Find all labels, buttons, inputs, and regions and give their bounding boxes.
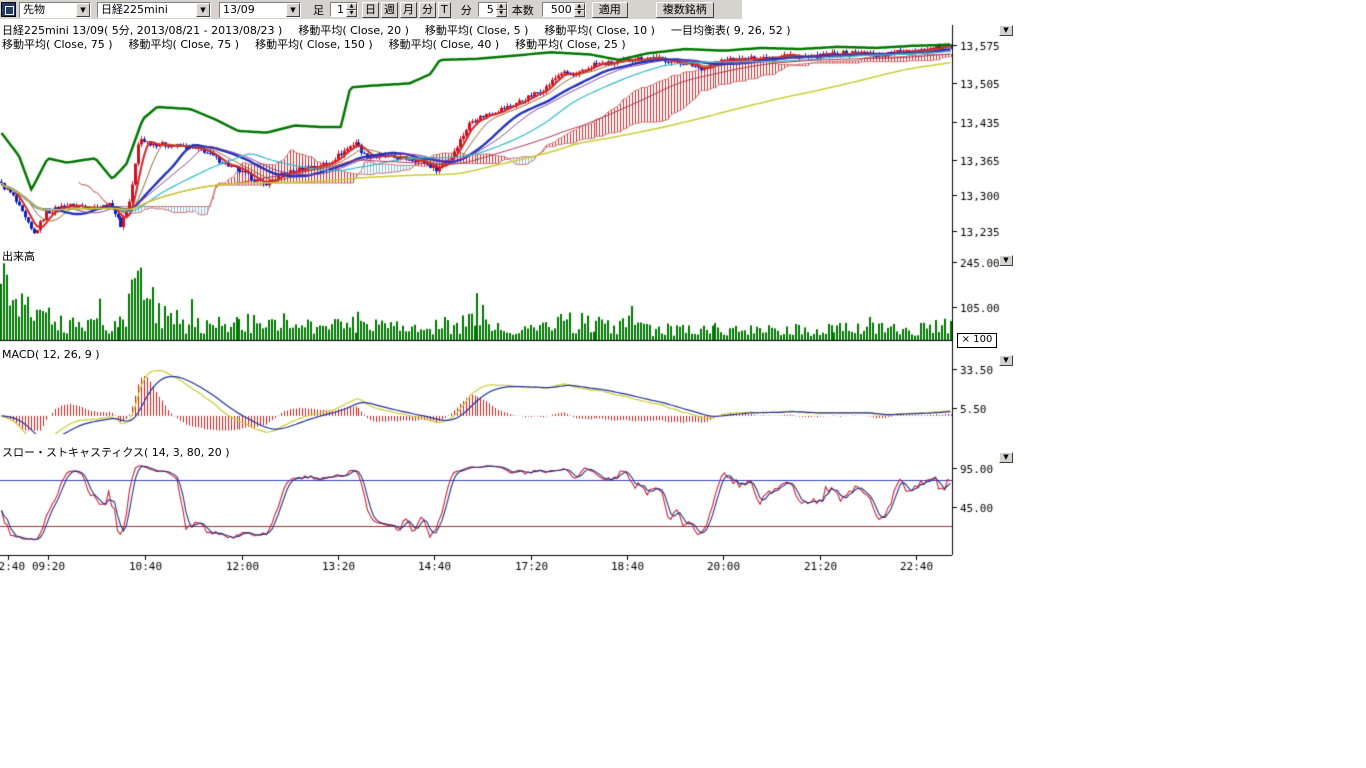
price-panel-menu-button[interactable]: ▼	[999, 25, 1013, 36]
price-chart-canvas[interactable]	[0, 0, 1013, 578]
indicator-label-ma75b: 移動平均( Close, 75 )	[129, 39, 240, 51]
volume-panel-menu-button[interactable]: ▼	[999, 255, 1013, 266]
macd-panel-menu-button[interactable]: ▼	[999, 355, 1013, 366]
volume-scale-box: × 100	[957, 333, 997, 348]
multi-symbol-button[interactable]: 複数銘柄	[656, 2, 714, 18]
indicator-label-ma20: 移動平均( Close, 20 )	[298, 25, 409, 37]
symbol-select[interactable]: 日経225mini ▼	[97, 2, 211, 18]
period-week-button[interactable]: 週	[381, 2, 398, 18]
minute-interval-stepper[interactable]: 5 ▲▼	[478, 2, 508, 17]
trading-chart-app: 先物 ▼ 日経225mini ▼ 13/09 ▼ 足 1 ▲▼ 日 週 月 分 …	[0, 0, 1366, 768]
indicator-label-ma25: 移動平均( Close, 25 )	[515, 39, 626, 51]
interval-stepper[interactable]: 1 ▲▼	[330, 2, 358, 17]
minute-interval-value: 5	[479, 3, 496, 16]
indicator-label-ma10: 移動平均( Close, 10 )	[544, 25, 655, 37]
contract-select-value: 13/09	[220, 3, 286, 17]
symbol-select-value: 日経225mini	[98, 3, 196, 17]
bar-count-label: 本数	[512, 2, 534, 18]
minute-unit-label: 分	[461, 2, 472, 18]
spin-down-icon[interactable]: ▼	[346, 10, 357, 17]
chart-title: 日経225mini 13/09( 5分, 2013/08/21 - 2013/0…	[2, 25, 282, 37]
chevron-down-icon[interactable]: ▼	[196, 3, 210, 17]
category-select-value: 先物	[20, 3, 76, 17]
macd-panel-label: MACD( 12, 26, 9 )	[2, 349, 100, 361]
interval-value: 1	[331, 3, 346, 16]
chart-header-line1: 日経225mini 13/09( 5分, 2013/08/21 - 2013/0…	[2, 25, 791, 37]
app-icon	[1, 2, 16, 17]
volume-panel-label: 出来高	[2, 251, 35, 263]
spin-down-icon[interactable]: ▼	[574, 10, 585, 17]
bar-count-stepper[interactable]: 500 ▲▼	[542, 2, 586, 17]
indicator-label-ma75a: 移動平均( Close, 75 )	[2, 39, 113, 51]
apply-button[interactable]: 適用	[592, 2, 628, 18]
period-tick-button[interactable]: T	[438, 2, 451, 18]
indicator-label-ichimoku: 一目均衡表( 9, 26, 52 )	[671, 25, 791, 37]
category-select[interactable]: 先物 ▼	[19, 2, 91, 18]
stoch-panel-label: スロー・ストキャスティクス( 14, 3, 80, 20 )	[2, 447, 230, 459]
stoch-panel-menu-button[interactable]: ▼	[999, 452, 1013, 463]
spin-down-icon[interactable]: ▼	[496, 10, 507, 17]
chevron-down-icon[interactable]: ▼	[76, 3, 90, 17]
period-month-button[interactable]: 月	[400, 2, 417, 18]
indicator-label-ma40: 移動平均( Close, 40 )	[389, 39, 500, 51]
period-minute-button[interactable]: 分	[419, 2, 436, 18]
indicator-label-ma5: 移動平均( Close, 5 )	[425, 25, 529, 37]
bar-count-value: 500	[543, 3, 574, 16]
period-day-button[interactable]: 日	[362, 2, 379, 18]
spin-up-icon[interactable]: ▲	[496, 3, 507, 10]
main-toolbar: 先物 ▼ 日経225mini ▼ 13/09 ▼ 足 1 ▲▼ 日 週 月 分 …	[0, 0, 742, 19]
contract-month-select[interactable]: 13/09 ▼	[219, 2, 301, 18]
spin-up-icon[interactable]: ▲	[574, 3, 585, 10]
spin-up-icon[interactable]: ▲	[346, 3, 357, 10]
chevron-down-icon[interactable]: ▼	[286, 3, 300, 17]
timeframe-label: 足	[313, 2, 324, 18]
indicator-label-ma150: 移動平均( Close, 150 )	[255, 39, 373, 51]
chart-header-line2: 移動平均( Close, 75 ) 移動平均( Close, 75 ) 移動平均…	[2, 39, 626, 51]
